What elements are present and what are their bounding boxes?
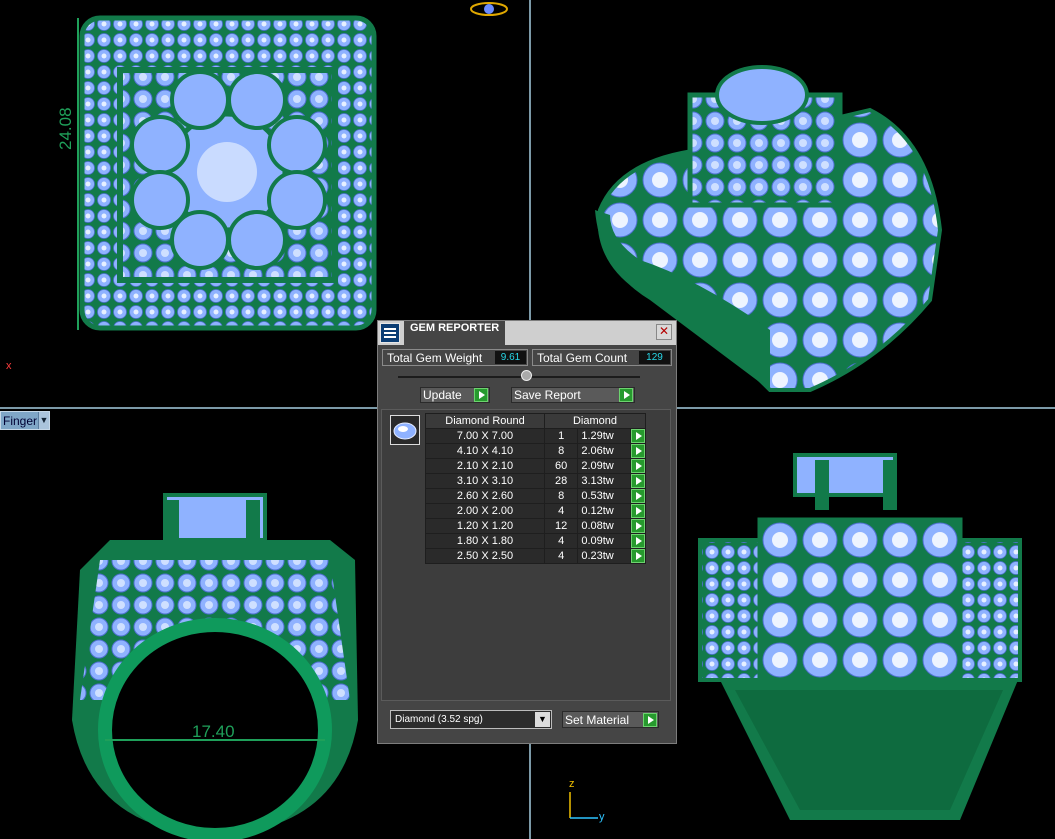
- table-row[interactable]: 2.60 X 2.60 8 0.53tw: [425, 488, 647, 504]
- panel-splitter[interactable]: [398, 376, 640, 378]
- table-row[interactable]: 1.20 X 1.20 12 0.08tw: [425, 518, 647, 534]
- row-select-button[interactable]: [629, 488, 647, 504]
- table-row[interactable]: 2.50 X 2.50 4 0.23tw: [425, 548, 647, 564]
- side-view: [698, 453, 1022, 820]
- finger-dropdown[interactable]: Finger ▼: [0, 411, 50, 430]
- diamond-round-icon: [390, 415, 420, 445]
- play-icon[interactable]: [630, 534, 645, 548]
- table-row[interactable]: 2.10 X 2.10 60 2.09tw: [425, 458, 647, 474]
- total-gem-count-field: Total Gem Count 129: [532, 349, 672, 366]
- total-gem-weight-field: Total Gem Weight 9.61: [382, 349, 528, 366]
- table-row[interactable]: 3.10 X 3.10 28 3.13tw: [425, 473, 647, 489]
- row-select-button[interactable]: [629, 473, 647, 489]
- play-icon[interactable]: [630, 459, 645, 473]
- row-select-button[interactable]: [629, 458, 647, 474]
- set-material-button[interactable]: Set Material: [562, 711, 659, 728]
- table-row[interactable]: 7.00 X 7.00 1 1.29tw: [425, 428, 647, 444]
- gem-reporter-panel[interactable]: GEM REPORTER ✕ Total Gem Weight 9.61 Tot…: [377, 320, 677, 744]
- splitter-handle[interactable]: [521, 370, 532, 381]
- view-cube-icon[interactable]: [470, 2, 508, 16]
- axis-gizmo: [569, 792, 598, 819]
- dimension-height-label: 24.08: [56, 107, 75, 150]
- play-icon[interactable]: [630, 504, 645, 518]
- play-icon[interactable]: [630, 429, 645, 443]
- close-icon[interactable]: ✕: [656, 324, 672, 340]
- play-icon[interactable]: [630, 444, 645, 458]
- gem-table: Diamond Round Diamond 7.00 X 7.00 1 1.29tw…: [425, 413, 647, 564]
- table-row[interactable]: 2.00 X 2.00 4 0.12tw: [425, 503, 647, 519]
- update-button[interactable]: Update: [420, 387, 490, 403]
- front-view: [72, 493, 358, 839]
- row-select-button[interactable]: [629, 443, 647, 459]
- chevron-down-icon[interactable]: ▼: [535, 712, 550, 727]
- play-icon[interactable]: [619, 388, 633, 402]
- row-select-button[interactable]: [629, 533, 647, 549]
- column-header-shape: Diamond Round: [425, 413, 545, 429]
- finger-dropdown-label: Finger: [3, 413, 38, 428]
- row-select-button[interactable]: [629, 503, 647, 519]
- play-icon[interactable]: [643, 713, 657, 727]
- total-gem-count-value: 129: [639, 351, 670, 364]
- gizmo-y-label: y: [599, 811, 605, 823]
- chevron-down-icon[interactable]: ▼: [38, 412, 49, 429]
- row-select-button[interactable]: [629, 548, 647, 564]
- table-row[interactable]: 4.10 X 4.10 8 2.06tw: [425, 443, 647, 459]
- play-icon[interactable]: [630, 519, 645, 533]
- column-header-material: Diamond: [544, 413, 646, 429]
- row-select-button[interactable]: [629, 518, 647, 534]
- material-select[interactable]: Diamond (3.52 spg) ▼: [390, 710, 552, 729]
- table-row[interactable]: 1.80 X 1.80 4 0.09tw: [425, 533, 647, 549]
- total-gem-weight-value: 9.61: [495, 351, 526, 364]
- total-gem-count-label: Total Gem Count: [537, 351, 628, 365]
- app-icon: [380, 323, 400, 343]
- total-gem-weight-label: Total Gem Weight: [387, 351, 483, 365]
- panel-title: GEM REPORTER: [404, 321, 506, 345]
- dimension-width-label: 17.40: [192, 722, 235, 741]
- material-select-value: Diamond (3.52 spg): [395, 714, 483, 725]
- play-icon[interactable]: [630, 474, 645, 488]
- axis-x-marker: x: [6, 360, 12, 372]
- play-icon[interactable]: [474, 388, 488, 402]
- save-report-button[interactable]: Save Report: [511, 387, 635, 403]
- gem-list-area[interactable]: Diamond Round Diamond 7.00 X 7.00 1 1.29tw…: [381, 409, 671, 701]
- play-icon[interactable]: [630, 549, 645, 563]
- gem-reporter-titlebar[interactable]: GEM REPORTER ✕: [378, 321, 676, 345]
- gizmo-z-label: z: [569, 778, 575, 790]
- top-view: [77, 15, 377, 331]
- row-select-button[interactable]: [629, 428, 647, 444]
- play-icon[interactable]: [630, 489, 645, 503]
- gem-thumbnail-graphic: [393, 422, 417, 440]
